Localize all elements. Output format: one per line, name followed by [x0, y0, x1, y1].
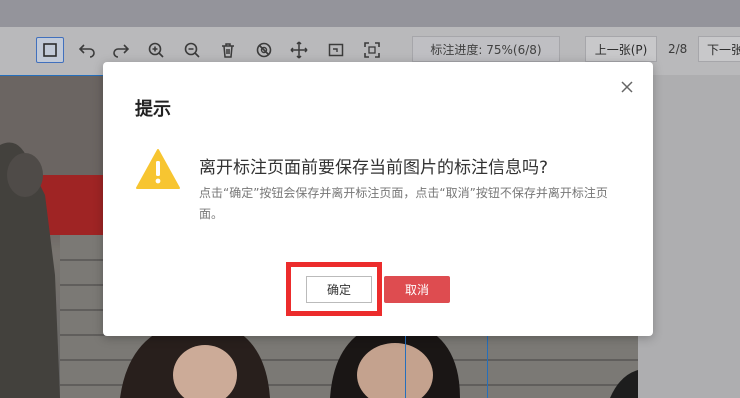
dialog-title: 提示: [135, 99, 171, 120]
close-icon: [621, 81, 633, 93]
confirm-button[interactable]: 确定: [306, 276, 372, 303]
cancel-button[interactable]: 取消: [384, 276, 450, 303]
dialog-description: 点击“确定”按钮会保存并离开标注页面，点击“取消”按钮不保存并离开标注页面。: [199, 186, 608, 221]
warning-icon: [136, 149, 180, 189]
confirm-dialog: 提示 离开标注页面前要保存当前图片的标注信息吗? 点击“确定”按钮会保存并离开标…: [103, 62, 653, 336]
dialog-message: 离开标注页面前要保存当前图片的标注信息吗?: [199, 158, 549, 178]
close-button[interactable]: [618, 78, 636, 96]
